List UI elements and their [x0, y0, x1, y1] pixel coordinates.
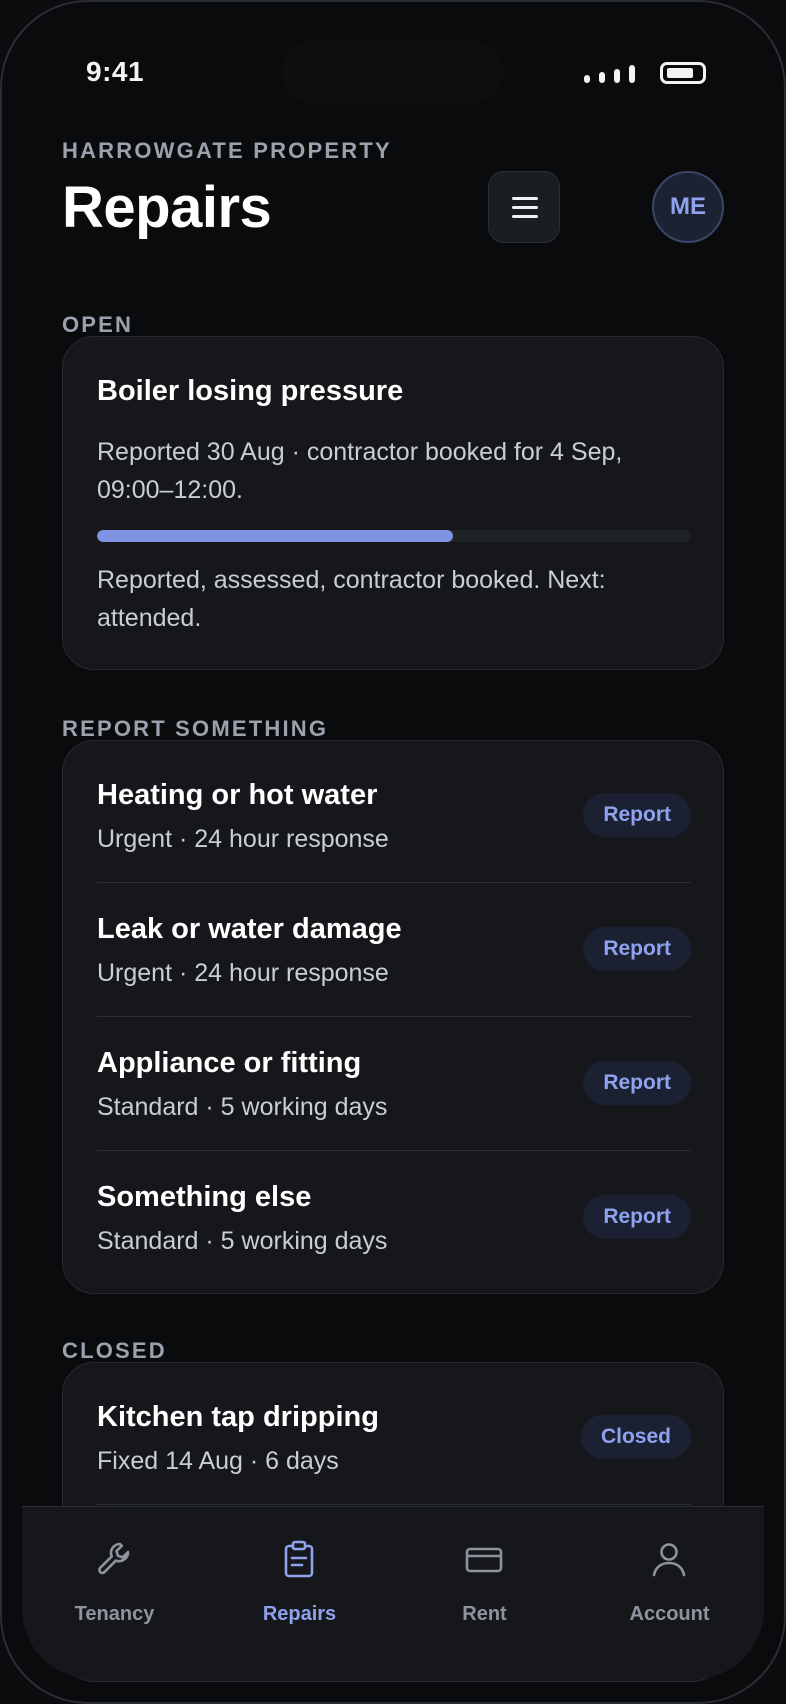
- section-label-closed: CLOSED: [62, 1338, 167, 1363]
- person-icon: [652, 1543, 686, 1577]
- phone-screen: 9:41 HARROWGATE PROPERTY Repairs ME OPEN…: [0, 0, 786, 1704]
- clipboard-icon: [284, 1540, 314, 1578]
- dynamic-island: [282, 40, 504, 104]
- section-label-open: OPEN: [62, 312, 134, 337]
- open-repair-description: Reported 30 Aug · contractor booked for …: [97, 438, 623, 504]
- report-card: Heating or hot water Urgent · 24 hour re…: [62, 740, 724, 1294]
- tab-account[interactable]: Account: [577, 1507, 762, 1637]
- wrench-icon: [98, 1542, 130, 1575]
- open-repair-title: Boiler losing pressure: [97, 375, 404, 407]
- open-repair-steps: Reported, assessed, contractor booked. N…: [97, 566, 606, 632]
- report-item-title: Leak or water damage: [97, 913, 402, 945]
- card-icon: [465, 1547, 503, 1573]
- tab-bar: Tenancy Repairs Rent Account: [22, 1506, 764, 1679]
- repair-progress-fill: [97, 530, 454, 542]
- report-item-subtitle: Standard · 5 working days: [97, 1093, 388, 1121]
- tab-repairs[interactable]: Repairs: [207, 1507, 392, 1637]
- repair-progress-bar: [97, 530, 691, 542]
- report-item-title: Appliance or fitting: [97, 1047, 362, 1079]
- page-title: Repairs: [62, 175, 272, 240]
- battery-icon: [660, 62, 706, 84]
- report-button[interactable]: Report: [583, 1195, 691, 1239]
- status-bar: 9:41: [0, 0, 786, 150]
- avatar[interactable]: ME: [652, 171, 724, 243]
- divider: [97, 1504, 691, 1505]
- open-repair-card[interactable]: Boiler losing pressure Reported 30 Aug ·…: [62, 336, 724, 670]
- tab-label: Account: [629, 1603, 710, 1625]
- closed-item-title: Kitchen tap dripping: [97, 1401, 379, 1433]
- property-name: HARROWGATE PROPERTY: [62, 138, 392, 163]
- status-badge: Closed: [580, 1415, 691, 1459]
- report-item-subtitle: Urgent · 24 hour response: [97, 959, 389, 987]
- report-item-title: Something else: [97, 1181, 312, 1213]
- tab-tenancy[interactable]: Tenancy: [22, 1507, 207, 1637]
- report-item-title: Heating or hot water: [97, 779, 378, 811]
- tab-label: Tenancy: [74, 1603, 155, 1625]
- closed-item-subtitle: Fixed 14 Aug · 6 days: [97, 1447, 339, 1475]
- signal-icon: [584, 65, 638, 83]
- status-time: 9:41: [86, 56, 145, 87]
- report-item-subtitle: Urgent · 24 hour response: [97, 825, 389, 853]
- report-button[interactable]: Report: [583, 927, 691, 971]
- report-item-heating[interactable]: Heating or hot water Urgent · 24 hour re…: [97, 741, 691, 875]
- tab-label: Repairs: [262, 1603, 337, 1625]
- closed-item[interactable]: Kitchen tap dripping Fixed 14 Aug · 6 da…: [97, 1363, 691, 1497]
- tab-label: Rent: [462, 1603, 507, 1625]
- report-button[interactable]: Report: [583, 793, 691, 837]
- report-item-leak[interactable]: Leak or water damage Urgent · 24 hour re…: [97, 875, 691, 1009]
- report-item-appliance[interactable]: Appliance or fitting Standard · 5 workin…: [97, 1009, 691, 1143]
- section-label-report: REPORT SOMETHING: [62, 716, 329, 741]
- report-item-subtitle: Standard · 5 working days: [97, 1227, 388, 1255]
- report-item-something-else[interactable]: Something else Standard · 5 working days…: [97, 1143, 691, 1277]
- menu-icon: [512, 197, 538, 200]
- menu-button[interactable]: [488, 171, 560, 243]
- tab-rent[interactable]: Rent: [392, 1507, 577, 1637]
- report-button[interactable]: Report: [583, 1061, 691, 1105]
